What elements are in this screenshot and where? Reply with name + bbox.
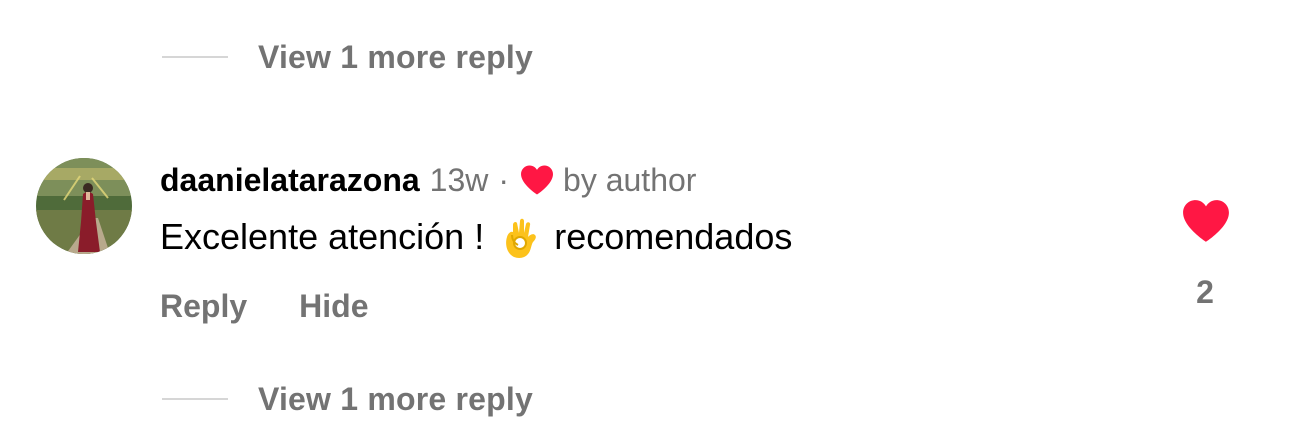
comment-text: Excelente atención ! recomendados bbox=[160, 212, 792, 262]
hide-button[interactable]: Hide bbox=[299, 288, 368, 325]
comment-header: daanielatarazona 13w · by author bbox=[160, 158, 696, 202]
comment-actions: Reply Hide bbox=[160, 284, 368, 328]
reply-thread-line bbox=[162, 56, 228, 58]
view-more-replies-label: View 1 more reply bbox=[258, 380, 533, 417]
reply-button[interactable]: Reply bbox=[160, 288, 247, 325]
comment-text-part-2: recomendados bbox=[554, 216, 793, 257]
comment-username[interactable]: daanielatarazona bbox=[160, 162, 420, 199]
ok-hand-emoji-icon bbox=[506, 218, 537, 258]
like-heart-icon[interactable] bbox=[1181, 198, 1231, 244]
comment-text-part-1: Excelente atención ! bbox=[160, 216, 485, 257]
view-more-replies-button[interactable]: View 1 more reply bbox=[162, 37, 533, 77]
liked-by-author-label: by author bbox=[563, 161, 697, 198]
header-separator: · bbox=[498, 161, 510, 198]
view-more-replies-button-bottom[interactable]: View 1 more reply bbox=[162, 379, 533, 419]
like-count: 2 bbox=[1196, 274, 1214, 310]
liked-by-author-heart-icon bbox=[521, 165, 554, 195]
avatar[interactable] bbox=[36, 158, 132, 254]
comment-timestamp: 13w bbox=[429, 161, 489, 198]
view-more-replies-label: View 1 more reply bbox=[258, 38, 533, 75]
avatar-photo bbox=[36, 158, 132, 254]
reply-thread-line bbox=[162, 398, 228, 400]
